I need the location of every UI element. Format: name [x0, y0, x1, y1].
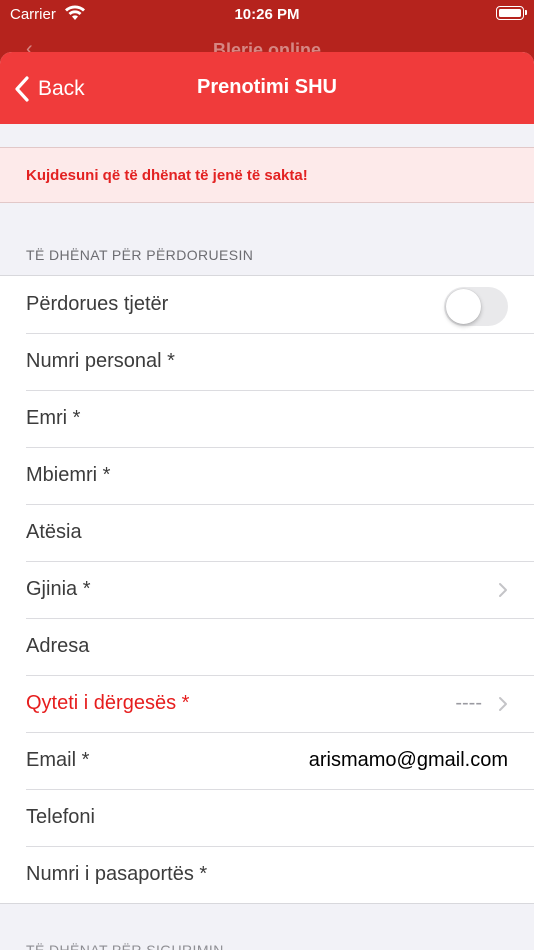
page-title: Prenotimi SHU [196, 76, 338, 98]
row-father-name[interactable]: Atësia [0, 504, 534, 561]
row-last-name[interactable]: Mbiemri * [0, 447, 534, 504]
row-other-user[interactable]: Përdorues tjetër [0, 276, 534, 333]
battery-icon [496, 6, 527, 20]
email-value[interactable]: arismamo@gmail.com [309, 749, 508, 772]
row-gender[interactable]: Gjinia * [0, 561, 534, 618]
row-label: Përdorues tjetër [26, 293, 169, 315]
modal-sheet: Back Prenotimi SHU Kujdesuni që të dhëna… [0, 52, 534, 950]
row-label: Adresa [26, 635, 90, 657]
row-value: ---- [455, 692, 482, 714]
row-address[interactable]: Adresa [0, 618, 534, 675]
navigation-bar: Back Prenotimi SHU [0, 52, 534, 124]
section-header-next: TË DHËNAT PËR SIGURIMIN [26, 942, 224, 950]
row-label: Telefoni [26, 806, 95, 828]
chevron-right-icon [499, 583, 507, 597]
warning-text: Kujdesuni që të dhënat të jenë të sakta! [26, 167, 308, 184]
row-label: Mbiemri * [26, 464, 111, 486]
row-phone[interactable]: Telefoni [0, 789, 534, 846]
row-label: Numri personal * [26, 350, 175, 372]
row-delivery-city[interactable]: Qyteti i dërgesës * ---- [0, 675, 534, 732]
user-form-list: Përdorues tjetër Numri personal * Emri *… [0, 275, 534, 904]
row-personal-number[interactable]: Numri personal * [0, 333, 534, 390]
warning-banner: Kujdesuni që të dhënat të jenë të sakta! [0, 147, 534, 203]
row-label: Numri i pasaportës * [26, 863, 208, 885]
row-label: Email * [26, 749, 90, 771]
toggle-knob [446, 289, 481, 324]
row-passport-number[interactable]: Numri i pasaportës * [0, 846, 534, 903]
row-first-name[interactable]: Emri * [0, 390, 534, 447]
other-user-toggle[interactable] [444, 287, 508, 326]
row-label: Gjinia * [26, 578, 91, 600]
section-header-user: TË DHËNAT PËR PËRDORUESIN [26, 247, 254, 263]
row-label: Qyteti i dërgesës * [26, 692, 190, 714]
row-label: Atësia [26, 521, 82, 543]
clock: 10:26 PM [234, 6, 300, 23]
row-email[interactable]: Email * arismamo@gmail.com [0, 732, 534, 789]
row-label: Emri * [26, 407, 81, 429]
status-bar: Carrier 10:26 PM [0, 0, 534, 28]
chevron-right-icon [499, 697, 507, 711]
